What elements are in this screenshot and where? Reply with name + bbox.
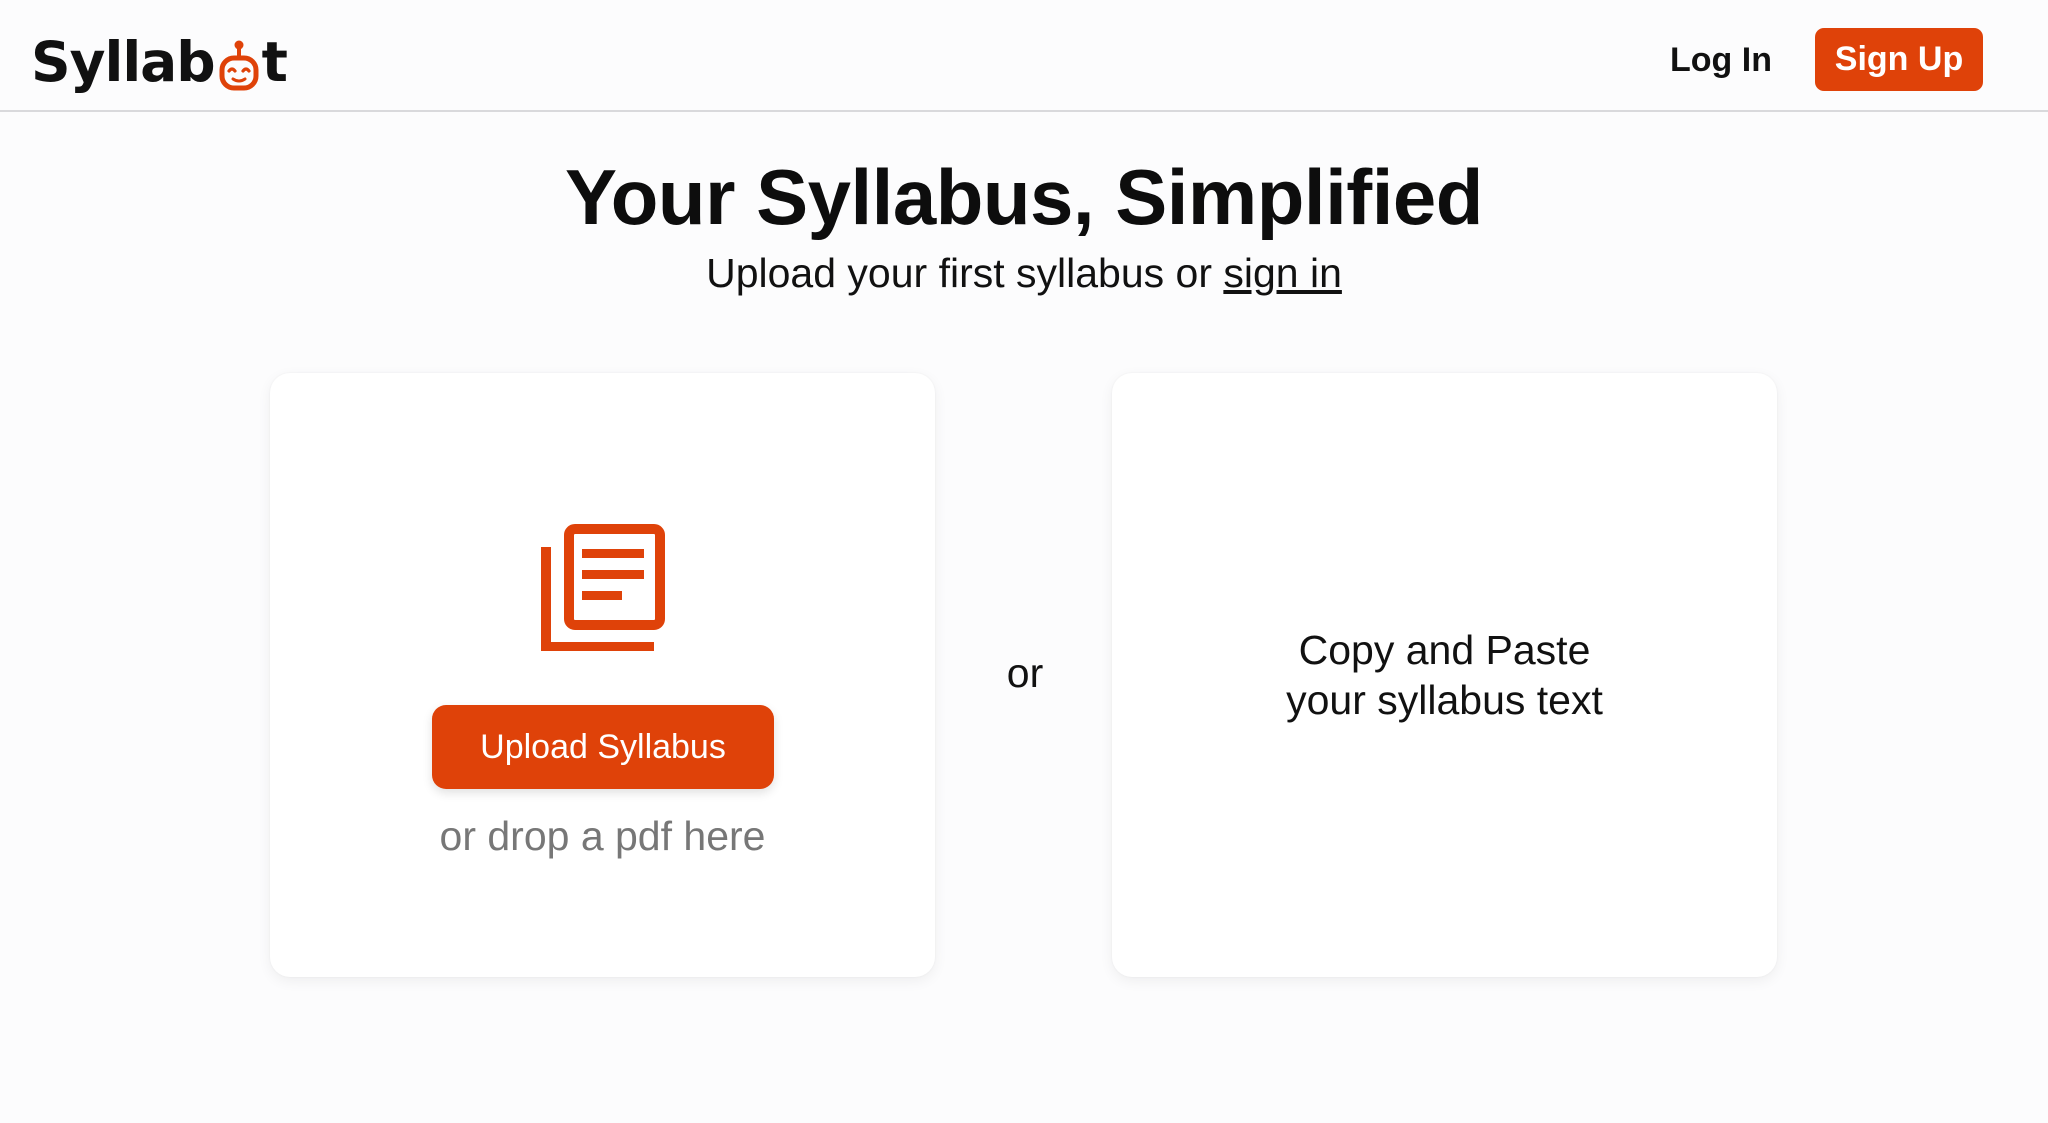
signin-link[interactable]: sign in [1223,250,1342,296]
logo-text-suffix: t [261,30,288,94]
upload-dropzone-card[interactable]: Upload Syllabus or drop a pdf here [270,373,935,977]
syllabot-logo[interactable]: Syllab t [31,30,288,96]
page-subtitle: Upload your first syllabus or sign in [0,250,2048,297]
paste-text-card[interactable]: Copy and Paste your syllabus text [1112,373,1777,977]
subtitle-text: Upload your first syllabus or [706,250,1224,296]
documents-icon [538,523,666,651]
upload-syllabus-button[interactable]: Upload Syllabus [432,705,774,789]
logo-text-prefix: Syllab [31,30,216,94]
robot-logo-icon [217,36,261,96]
top-nav: Syllab t Log In Sign Up [0,0,2048,112]
paste-line-2: your syllabus text [1286,677,1603,723]
login-link[interactable]: Log In [1670,30,1772,90]
paste-instructions: Copy and Paste your syllabus text [1112,625,1777,725]
app-root: Syllab t Log In Sign Up Your Syllabus, S… [0,0,2048,1123]
page-title: Your Syllabus, Simplified [565,153,1483,241]
signup-button[interactable]: Sign Up [1815,28,1983,91]
paste-line-1: Copy and Paste [1298,627,1591,673]
drop-pdf-hint: or drop a pdf here [439,813,766,859]
or-separator: or [1006,650,1044,696]
